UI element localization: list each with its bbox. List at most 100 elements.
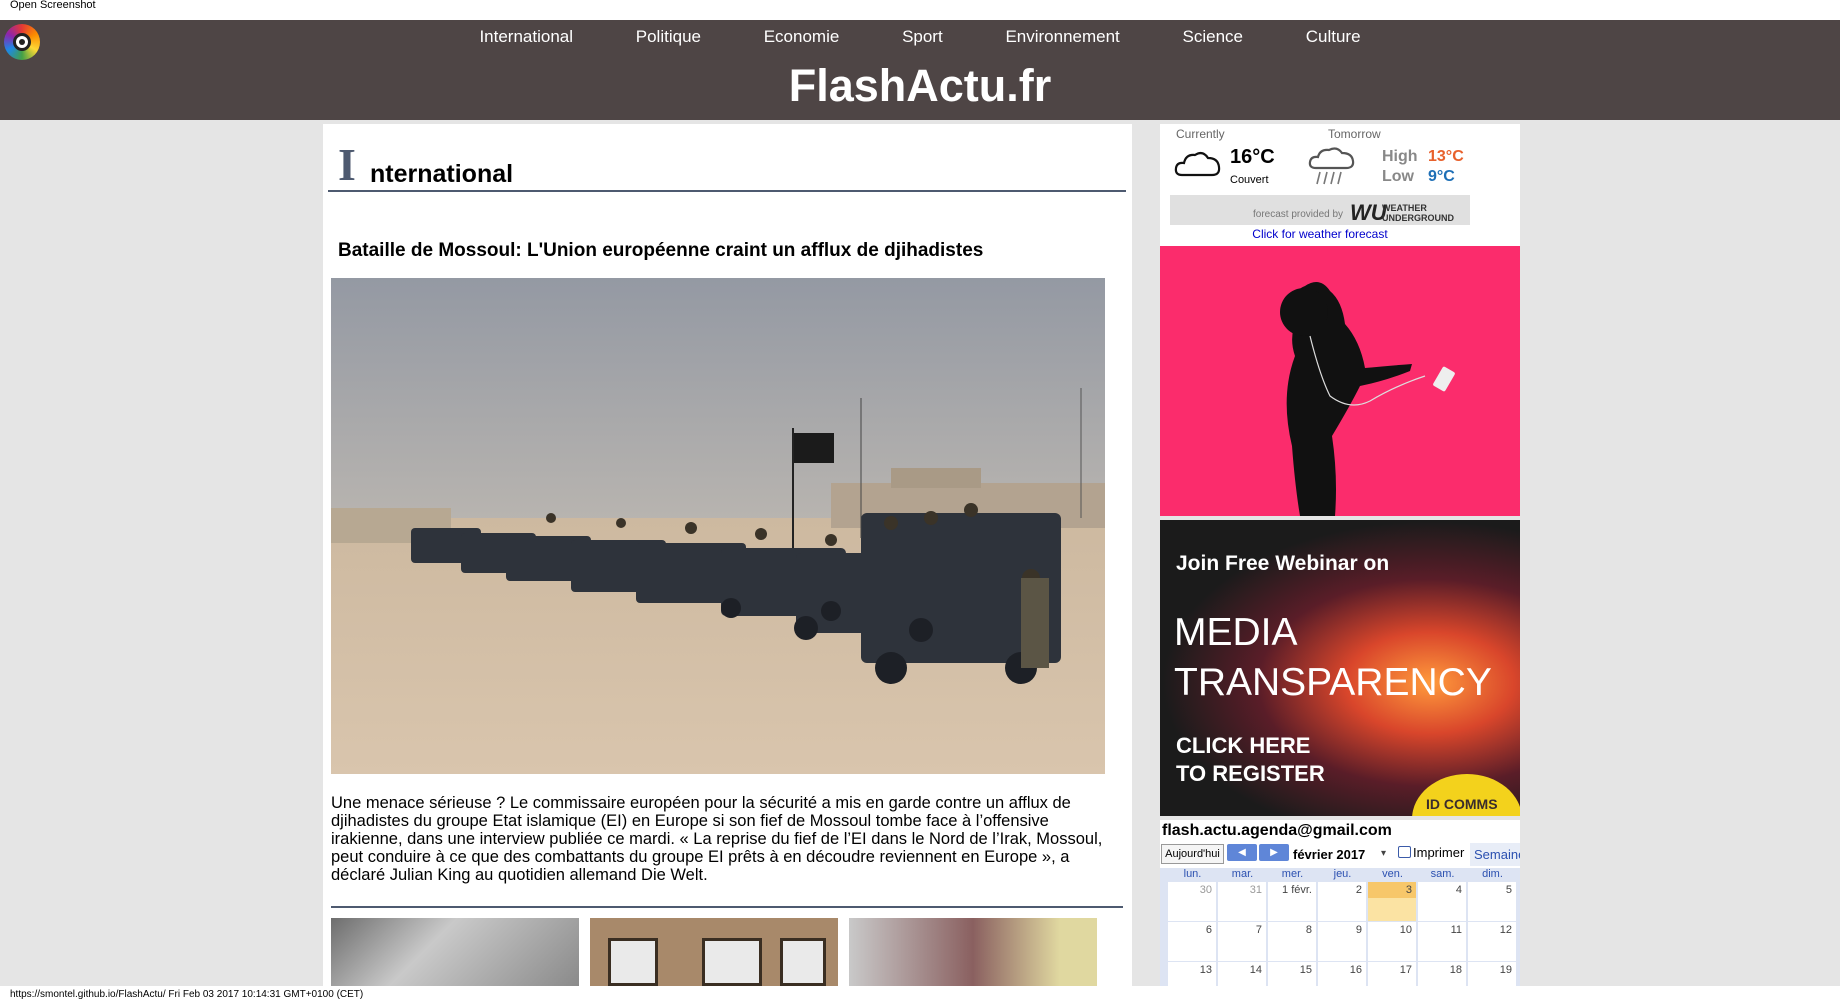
main-nav: International Politique Economie Sport E… bbox=[0, 27, 1840, 47]
related-thumbnail-2[interactable] bbox=[590, 918, 838, 986]
calendar-print-button[interactable]: Imprimer bbox=[1398, 845, 1464, 860]
idcomms-badge-label: ID COMMS bbox=[1426, 796, 1498, 812]
calendar-day-header: sam. bbox=[1430, 868, 1455, 880]
calendar-day-cell[interactable]: 9 bbox=[1318, 922, 1366, 961]
cloud-icon bbox=[1174, 148, 1222, 183]
calendar-day-number: 1 févr. bbox=[1282, 884, 1312, 896]
calendar-day-number: 11 bbox=[1450, 924, 1462, 936]
calendar-day-number: 16 bbox=[1349, 964, 1362, 976]
article-divider bbox=[331, 906, 1123, 908]
section-initial: I bbox=[338, 139, 356, 190]
nav-sport[interactable]: Sport bbox=[902, 27, 943, 46]
webinar-ad-heading: MEDIA TRANSPARENCY bbox=[1174, 608, 1492, 708]
calendar-day-header: jeu. bbox=[1333, 868, 1352, 880]
article-title[interactable]: Bataille de Mossoul: L'Union européenne … bbox=[338, 240, 983, 262]
calendar-day-header: ven. bbox=[1382, 868, 1403, 880]
related-thumbnail-1[interactable] bbox=[331, 918, 579, 986]
article-body: Une menace sérieuse ? Le commissaire eur… bbox=[331, 794, 1103, 884]
calendar-day-number: 8 bbox=[1305, 924, 1312, 936]
webinar-ad-cta: CLICK HERE TO REGISTER bbox=[1176, 732, 1325, 788]
nav-international[interactable]: International bbox=[479, 27, 573, 46]
main-content: I nternational Bataille de Mossoul: L'Un… bbox=[323, 124, 1132, 986]
calendar-day-header: mar. bbox=[1231, 868, 1254, 880]
calendar-day-number: 4 bbox=[1455, 884, 1462, 896]
weather-low-label: Low bbox=[1382, 168, 1414, 185]
webinar-ad-heading-1: MEDIA bbox=[1174, 611, 1298, 654]
nav-economie[interactable]: Economie bbox=[764, 27, 840, 46]
calendar-day-number: 5 bbox=[1505, 884, 1512, 896]
browser-top-label: Open Screenshot bbox=[0, 0, 1840, 20]
printer-icon bbox=[1398, 846, 1411, 858]
calendar-day-number: 7 bbox=[1255, 924, 1262, 936]
webinar-ad-line1: Join Free Webinar on bbox=[1176, 552, 1390, 575]
weather-high-value: 13°C bbox=[1428, 148, 1464, 165]
calendar-day-header: dim. bbox=[1482, 868, 1503, 880]
site-header: International Politique Economie Sport E… bbox=[0, 20, 1840, 120]
weather-widget[interactable]: Currently Tomorrow 16°C Couvert High 13°… bbox=[1160, 124, 1520, 246]
calendar-day-number: 18 bbox=[1449, 964, 1462, 976]
calendar-day-number: 17 bbox=[1399, 964, 1412, 976]
idcomms-badge: ID COMMS bbox=[1412, 774, 1520, 816]
calendar-day-number: 9 bbox=[1355, 924, 1362, 936]
nav-environnement[interactable]: Environnement bbox=[1005, 27, 1119, 46]
calendar-day-cell[interactable]: 8 bbox=[1268, 922, 1316, 961]
calendar-day-header: lun. bbox=[1183, 868, 1202, 880]
weather-low-value: 9°C bbox=[1428, 168, 1455, 185]
calendar-next-icon[interactable]: ▶ bbox=[1259, 844, 1289, 861]
calendar-day-cell[interactable]: 2 bbox=[1318, 882, 1366, 921]
calendar-day-number: 10 bbox=[1399, 924, 1412, 936]
calendar-month-label: février 2017 bbox=[1293, 847, 1366, 862]
calendar-day-cell[interactable]: 4 bbox=[1418, 882, 1466, 921]
weather-current-temp: 16°C bbox=[1230, 146, 1275, 168]
calendar-day-number: 6 bbox=[1205, 924, 1212, 936]
calendar-day-number: 14 bbox=[1249, 964, 1262, 976]
related-thumbnail-3[interactable] bbox=[849, 918, 1097, 986]
nav-science[interactable]: Science bbox=[1183, 27, 1243, 46]
calendar-dropdown-icon[interactable]: ▾ bbox=[1381, 848, 1386, 859]
calendar-day-cell[interactable]: 12 bbox=[1468, 922, 1516, 961]
calendar-day-number: 13 bbox=[1199, 964, 1212, 976]
browser-status-text: https://smontel.github.io/FlashActu/ Fri… bbox=[0, 986, 1840, 1006]
calendar-day-cell[interactable]: 1 févr. bbox=[1268, 882, 1316, 921]
section-heading: I nternational bbox=[328, 139, 1126, 192]
weather-forecast-link[interactable]: Click for weather forecast bbox=[1160, 227, 1480, 241]
calendar-day-number: 31 bbox=[1249, 884, 1262, 896]
calendar-day-number: 2 bbox=[1355, 884, 1362, 896]
calendar-day-cell[interactable]: 5 bbox=[1468, 882, 1516, 921]
calendar-day-cell[interactable]: 31 bbox=[1218, 882, 1266, 921]
webinar-ad-banner[interactable]: Join Free Webinar on MEDIA TRANSPARENCY … bbox=[1160, 520, 1520, 816]
weather-provider-banner[interactable]: forecast provided by WU WEATHER UNDERGRO… bbox=[1170, 195, 1470, 225]
calendar-day-number: 30 bbox=[1199, 884, 1212, 896]
nav-culture[interactable]: Culture bbox=[1306, 27, 1361, 46]
weather-currently-label: Currently bbox=[1176, 127, 1225, 141]
calendar-prev-icon[interactable]: ◀ bbox=[1227, 844, 1257, 861]
calendar-email: flash.actu.agenda@gmail.com bbox=[1162, 822, 1392, 839]
weather-tomorrow-label: Tomorrow bbox=[1328, 127, 1381, 141]
calendar-day-cell[interactable]: 3 bbox=[1368, 882, 1416, 921]
music-ad-banner[interactable] bbox=[1160, 246, 1520, 516]
webinar-ad-heading-2: TRANSPARENCY bbox=[1174, 661, 1492, 704]
calendar-day-number: 15 bbox=[1299, 964, 1312, 976]
calendar-grid: lun. mar. mer. jeu. ven. sam. dim. 30 31 1 févr. 2… bbox=[1160, 868, 1520, 990]
calendar-day-cell[interactable]: 7 bbox=[1218, 922, 1266, 961]
webinar-ad-cta-1: CLICK HERE bbox=[1176, 733, 1311, 758]
section-title-rest: nternational bbox=[370, 160, 514, 188]
article-photo[interactable] bbox=[331, 278, 1105, 774]
calendar-day-cell[interactable]: 10 bbox=[1368, 922, 1416, 961]
nav-politique[interactable]: Politique bbox=[636, 27, 701, 46]
calendar-widget: flash.actu.agenda@gmail.com Aujourd'hui … bbox=[1160, 820, 1520, 990]
calendar-today-button[interactable]: Aujourd'hui bbox=[1161, 844, 1224, 864]
weather-high-label: High bbox=[1382, 148, 1418, 165]
calendar-day-cell[interactable]: 11 bbox=[1418, 922, 1466, 961]
calendar-day-cell[interactable]: 6 bbox=[1168, 922, 1216, 961]
calendar-print-label: Imprimer bbox=[1413, 845, 1465, 860]
calendar-day-header: mer. bbox=[1281, 868, 1304, 880]
dancer-silhouette-icon bbox=[1280, 282, 1455, 516]
calendar-day-number: 12 bbox=[1499, 924, 1512, 936]
site-title[interactable]: FlashActu.fr bbox=[0, 60, 1840, 112]
calendar-week-tab[interactable]: Semaine bbox=[1470, 843, 1520, 866]
calendar-day-number: 19 bbox=[1499, 964, 1512, 976]
weather-current-condition: Couvert bbox=[1230, 174, 1269, 186]
calendar-day-cell[interactable]: 30 bbox=[1168, 882, 1216, 921]
weather-provider-name: WEATHER UNDERGROUND bbox=[1382, 203, 1454, 223]
